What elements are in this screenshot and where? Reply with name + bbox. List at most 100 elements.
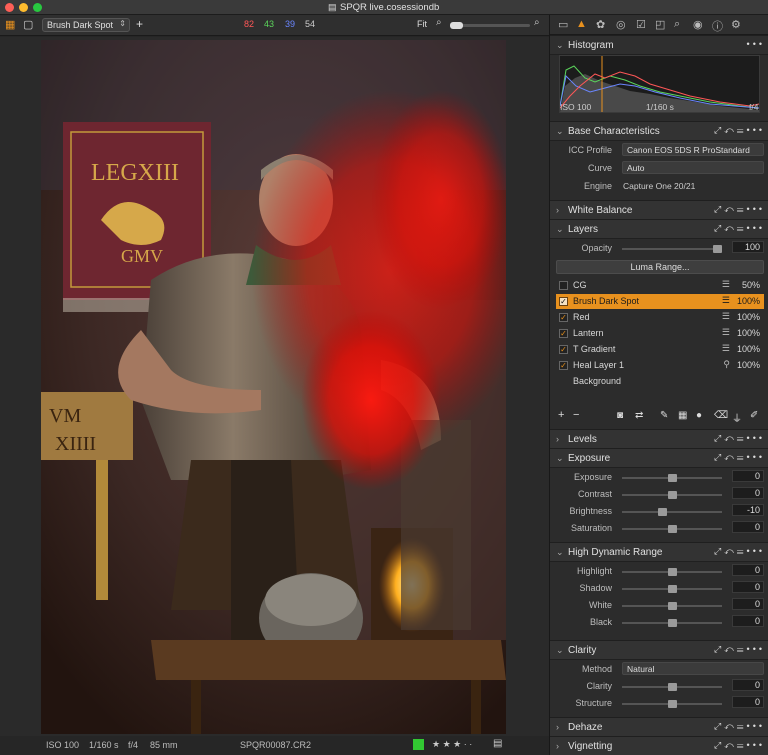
layer-row[interactable]: ✓ Lantern ☰ 100%	[556, 326, 764, 341]
layer-select-dropdown[interactable]: Brush Dark Spot ⇕	[42, 18, 130, 32]
minimize-window-button[interactable]	[19, 3, 28, 12]
pen-icon[interactable]: ✐	[750, 410, 758, 421]
grid-view-icon[interactable]: ▦	[5, 18, 15, 31]
slider-knob[interactable]	[668, 683, 677, 691]
info-tab-icon[interactable]: ⓘ	[712, 18, 723, 34]
slider-track[interactable]	[622, 700, 722, 708]
base-characteristics-header[interactable]: ⌄ Base Characteristics ⤢↶☰•••	[550, 121, 768, 141]
slider-value[interactable]: 0	[732, 564, 764, 576]
layer-row[interactable]: Background	[556, 374, 764, 389]
icc-profile-dropdown[interactable]: Canon EOS 5DS R ProStandard	[622, 143, 764, 156]
mask-icon[interactable]: ◙	[617, 410, 623, 421]
brush-icon[interactable]: ✎	[660, 410, 668, 421]
exposure-header[interactable]: ⌄ Exposure ⤢↶☰•••	[550, 448, 768, 468]
folder-icon[interactable]: ▭	[558, 18, 568, 31]
layer-checkbox[interactable]: ✓	[559, 345, 568, 354]
section-actions-icons[interactable]: ⤢↶☰•••	[714, 644, 765, 655]
slider-knob[interactable]	[668, 525, 677, 533]
settings-tab-icon[interactable]: ⚙	[731, 18, 741, 31]
dehaze-header[interactable]: › Dehaze ⤢↶☰•••	[550, 717, 768, 737]
section-actions-icons[interactable]: ⤢↶☰•••	[714, 721, 765, 732]
slider-track[interactable]	[622, 619, 722, 627]
opacity-value[interactable]: 100	[732, 241, 764, 253]
slider-value[interactable]: 0	[732, 487, 764, 499]
white-balance-header[interactable]: › White Balance ⤢↶☰•••	[550, 200, 768, 220]
eraser-icon[interactable]: ⌫	[714, 410, 728, 421]
slider-value[interactable]: 0	[732, 696, 764, 708]
slider-track[interactable]	[622, 568, 722, 576]
slider-knob[interactable]	[668, 474, 677, 482]
layer-checkbox[interactable]: ✓	[559, 361, 568, 370]
layer-row[interactable]: CG ☰ 50%	[556, 278, 764, 293]
slider-knob[interactable]	[668, 491, 677, 499]
opacity-slider-knob[interactable]	[713, 245, 722, 253]
single-view-icon[interactable]: ▢	[23, 18, 33, 31]
picker-icon[interactable]: ⏚	[732, 410, 742, 425]
slider-value[interactable]: 0	[732, 679, 764, 691]
curve-dropdown[interactable]: Auto	[622, 161, 764, 174]
section-actions-icons[interactable]: ⤢↶☰•••	[714, 452, 765, 463]
levels-header[interactable]: › Levels ⤢↶☰•••	[550, 429, 768, 449]
zoom-fit-label[interactable]: Fit	[417, 19, 427, 29]
slider-track[interactable]	[622, 474, 722, 482]
layer-row[interactable]: ✓ Brush Dark Spot ☰ 100%	[556, 294, 764, 309]
slider-knob[interactable]	[668, 602, 677, 610]
radial-gradient-icon[interactable]: ●	[696, 410, 702, 421]
slider-track[interactable]	[622, 602, 722, 610]
checklist-tab-icon[interactable]: ☑	[636, 18, 646, 31]
opacity-slider[interactable]	[622, 245, 722, 253]
slider-track[interactable]	[622, 585, 722, 593]
zoom-in-icon[interactable]: ⌕	[534, 17, 540, 28]
slider-track[interactable]	[622, 525, 722, 533]
zoom-slider-knob[interactable]	[450, 22, 463, 29]
close-window-button[interactable]	[5, 3, 14, 12]
clarity-header[interactable]: ⌄ Clarity ⤢↶☰•••	[550, 640, 768, 660]
layer-row[interactable]: ✓ Heal Layer 1 ⚲ 100%	[556, 358, 764, 373]
swap-icon[interactable]: ⇄	[635, 410, 643, 421]
star-rating[interactable]: ★ ★ ★ · ·	[432, 739, 472, 750]
zoom-out-icon[interactable]: ⌕	[436, 17, 442, 28]
slider-knob[interactable]	[658, 508, 667, 516]
layer-checkbox[interactable]: ✓	[559, 297, 568, 306]
slider-value[interactable]: 0	[732, 615, 764, 627]
section-actions-icons[interactable]: ⤢↶☰•••	[714, 546, 765, 557]
camera-tab-icon[interactable]: ◉	[693, 18, 703, 31]
hdr-header[interactable]: ⌄ High Dynamic Range ⤢↶☰•••	[550, 542, 768, 562]
layer-checkbox[interactable]: ✓	[559, 313, 568, 322]
crosshair-icon[interactable]: +	[136, 17, 143, 31]
crop-tab-icon[interactable]: ◰	[655, 18, 665, 31]
slider-track[interactable]	[622, 683, 722, 691]
slider-value[interactable]: 0	[732, 470, 764, 482]
section-actions-icons[interactable]: ⤢↶☰•••	[714, 204, 765, 215]
linear-gradient-icon[interactable]: ▦	[678, 410, 687, 421]
slider-knob[interactable]	[668, 568, 677, 576]
metadata-icon[interactable]: ▤	[493, 738, 502, 749]
slider-value[interactable]: 0	[732, 581, 764, 593]
luma-range-button[interactable]: Luma Range...	[556, 260, 764, 274]
remove-layer-icon[interactable]: −	[573, 409, 579, 421]
slider-track[interactable]	[622, 491, 722, 499]
photo-preview[interactable]: LEGXIII GMV VM XIIII	[41, 40, 506, 734]
slider-value[interactable]: 0	[732, 521, 764, 533]
color-tab-icon[interactable]: ✿	[596, 18, 605, 31]
exposure-tab-icon[interactable]: ▲	[576, 18, 587, 30]
section-actions-icons[interactable]: ⤢↶☰•••	[714, 433, 765, 444]
layer-checkbox[interactable]: ✓	[559, 329, 568, 338]
add-layer-icon[interactable]: +	[558, 409, 564, 421]
layer-row[interactable]: ✓ T Gradient ☰ 100%	[556, 342, 764, 357]
color-tag-green[interactable]	[413, 739, 424, 750]
search-tab-icon[interactable]: ⌕	[674, 18, 680, 31]
layers-header[interactable]: ⌄ Layers ⤢↶☰•••	[550, 219, 768, 239]
slider-knob[interactable]	[668, 619, 677, 627]
layer-checkbox[interactable]	[559, 281, 568, 290]
method-dropdown[interactable]: Natural	[622, 662, 764, 675]
zoom-slider[interactable]	[450, 22, 530, 29]
layer-row[interactable]: ✓ Red ☰ 100%	[556, 310, 764, 325]
slider-track[interactable]	[622, 508, 722, 516]
more-icon[interactable]: •••	[747, 39, 765, 49]
section-actions-icons[interactable]: ⤢↶☰•••	[714, 740, 765, 751]
section-actions-icons[interactable]: ⤢↶☰•••	[714, 223, 765, 234]
lens-tab-icon[interactable]: ◎	[616, 18, 626, 31]
histogram-header[interactable]: ⌄ Histogram •••	[550, 35, 768, 55]
section-actions-icons[interactable]: ⤢↶☰•••	[714, 125, 765, 136]
